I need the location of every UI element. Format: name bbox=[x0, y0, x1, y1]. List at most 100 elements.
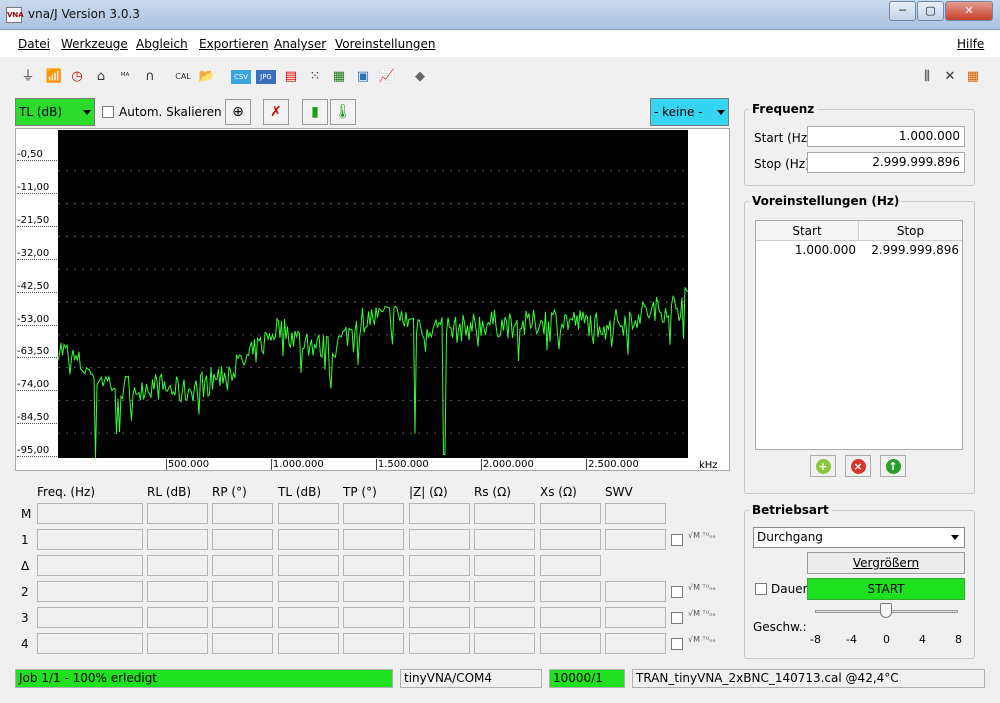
trace-plot[interactable] bbox=[58, 130, 688, 458]
marker-cell[interactable] bbox=[212, 503, 273, 524]
marker-cell[interactable] bbox=[605, 633, 666, 654]
delete-preset-button[interactable]: × bbox=[845, 455, 871, 477]
close-button[interactable]: ✕ bbox=[945, 1, 993, 21]
clock-icon[interactable]: ◷ bbox=[67, 67, 87, 87]
marker-cell[interactable] bbox=[605, 581, 666, 602]
print-icon[interactable]: ▣ bbox=[353, 67, 373, 87]
preset-row-start[interactable]: 1.000.000 bbox=[756, 242, 856, 258]
marker-cell[interactable] bbox=[409, 503, 470, 524]
load-preset-button[interactable]: ↑ bbox=[880, 455, 906, 477]
marker-cell[interactable] bbox=[278, 529, 339, 550]
scatter-icon[interactable]: ⁙ bbox=[305, 67, 325, 87]
preset-row-stop[interactable]: 2.999.999.896 bbox=[859, 242, 959, 258]
marker-cell[interactable] bbox=[37, 607, 143, 628]
marker-cell[interactable] bbox=[278, 607, 339, 628]
marker-cell[interactable] bbox=[605, 503, 666, 524]
marker-enable-checkbox[interactable] bbox=[671, 638, 683, 650]
marker-cell[interactable] bbox=[343, 529, 404, 550]
start-button[interactable]: START bbox=[807, 578, 965, 600]
marker-cell[interactable] bbox=[540, 633, 601, 654]
mode-icon[interactable]: ᴹᴬ bbox=[115, 67, 135, 87]
marker-cell[interactable] bbox=[343, 555, 404, 576]
mode-select[interactable]: Durchgang bbox=[753, 527, 965, 548]
marker-cell[interactable] bbox=[540, 503, 601, 524]
device-icon[interactable]: ⏚ bbox=[18, 67, 38, 87]
marker-cell[interactable] bbox=[343, 503, 404, 524]
marker-cell[interactable] bbox=[343, 607, 404, 628]
maximize-button[interactable]: ▢ bbox=[917, 1, 944, 21]
marker-cell[interactable] bbox=[212, 633, 273, 654]
marker-cell[interactable] bbox=[343, 633, 404, 654]
start-freq-input[interactable]: 1.000.000 bbox=[807, 126, 965, 147]
home-icon[interactable]: ⌂ bbox=[91, 67, 111, 87]
speed-slider-thumb[interactable] bbox=[880, 603, 892, 618]
grid-icon[interactable]: ▦ bbox=[963, 67, 983, 87]
menu-abgleich[interactable]: Abgleich bbox=[136, 37, 188, 51]
smith-chart-button[interactable]: ⊕ bbox=[225, 99, 251, 125]
menu-exportieren[interactable]: Exportieren bbox=[199, 37, 269, 51]
marker-cell[interactable] bbox=[343, 581, 404, 602]
wrench-icon[interactable]: ✕ bbox=[940, 67, 960, 87]
menu-hilfe[interactable]: Hilfe bbox=[957, 37, 984, 51]
calibration-icon[interactable]: CAL bbox=[172, 67, 194, 87]
marker-cell[interactable] bbox=[474, 581, 535, 602]
marker-cell[interactable] bbox=[474, 633, 535, 654]
pdf-export-icon[interactable]: ▤ bbox=[281, 67, 301, 87]
marker-cell[interactable] bbox=[605, 607, 666, 628]
stop-freq-input[interactable]: 2.999.999.896 bbox=[807, 152, 965, 173]
marker-select[interactable]: - keine - bbox=[650, 98, 729, 126]
chart-icon[interactable]: 📈 bbox=[377, 67, 397, 87]
marker-cell[interactable] bbox=[147, 555, 208, 576]
marker-cell[interactable] bbox=[37, 581, 143, 602]
marker-cell[interactable] bbox=[37, 633, 143, 654]
tune-icon[interactable]: √M ᵀᵁₙₑ bbox=[688, 583, 716, 592]
marker-cell[interactable] bbox=[278, 555, 339, 576]
jpg-export-icon[interactable]: JPG bbox=[256, 70, 276, 84]
marker-enable-checkbox[interactable] bbox=[671, 612, 683, 624]
tools-icon[interactable]: ⫼ bbox=[917, 67, 937, 87]
marker-cell[interactable] bbox=[409, 581, 470, 602]
menu-analyser[interactable]: Analyser bbox=[274, 37, 326, 51]
col-start-header[interactable]: Start bbox=[756, 221, 859, 241]
marker-cell[interactable] bbox=[37, 555, 143, 576]
dauer-checkbox[interactable] bbox=[755, 583, 767, 595]
add-preset-button[interactable]: + bbox=[810, 455, 836, 477]
antenna-icon[interactable]: 📶 bbox=[44, 67, 64, 87]
tune-icon[interactable]: √M ᵀᵁₙₑ bbox=[688, 531, 716, 540]
marker-cell[interactable] bbox=[278, 581, 339, 602]
marker-enable-checkbox[interactable] bbox=[671, 586, 683, 598]
marker-cell[interactable] bbox=[147, 607, 208, 628]
excel-export-icon[interactable]: ▦ bbox=[329, 67, 349, 87]
marker-cell[interactable] bbox=[474, 529, 535, 550]
minimize-button[interactable]: ─ bbox=[889, 1, 916, 21]
marker-cell[interactable] bbox=[278, 633, 339, 654]
cable-icon[interactable]: ∩ bbox=[140, 67, 160, 87]
marker-cell[interactable] bbox=[474, 607, 535, 628]
autoscale-checkbox[interactable] bbox=[102, 106, 114, 118]
marker-cell[interactable] bbox=[409, 633, 470, 654]
marker-cell[interactable] bbox=[278, 503, 339, 524]
trace-select[interactable]: TL (dB) bbox=[15, 98, 95, 126]
reference-button[interactable]: ✗ bbox=[263, 99, 289, 125]
tune-icon[interactable]: √M ᵀᵁₙₑ bbox=[688, 609, 716, 618]
csv-export-icon[interactable]: CSV bbox=[231, 70, 251, 84]
marker-cell[interactable] bbox=[474, 555, 535, 576]
marker-cell[interactable] bbox=[147, 633, 208, 654]
menu-voreinstellungen[interactable]: Voreinstellungen bbox=[335, 37, 435, 51]
marker-cell[interactable] bbox=[147, 503, 208, 524]
marker-cell[interactable] bbox=[212, 529, 273, 550]
marker-enable-checkbox[interactable] bbox=[671, 534, 683, 546]
marker-cell[interactable] bbox=[409, 529, 470, 550]
marker-cell[interactable] bbox=[37, 529, 143, 550]
zoom-button[interactable]: Vergrößern bbox=[807, 552, 965, 574]
marker-cell[interactable] bbox=[212, 555, 273, 576]
tune-icon[interactable]: √M ᵀᵁₙₑ bbox=[688, 635, 716, 644]
marker-cell[interactable] bbox=[212, 607, 273, 628]
marker-cell[interactable] bbox=[540, 555, 601, 576]
marker-cell[interactable] bbox=[540, 607, 601, 628]
marker-cell[interactable] bbox=[409, 555, 470, 576]
marker-cell[interactable] bbox=[212, 581, 273, 602]
col-stop-header[interactable]: Stop bbox=[859, 221, 962, 241]
marker-cell[interactable] bbox=[37, 503, 143, 524]
marker-cell[interactable] bbox=[540, 581, 601, 602]
